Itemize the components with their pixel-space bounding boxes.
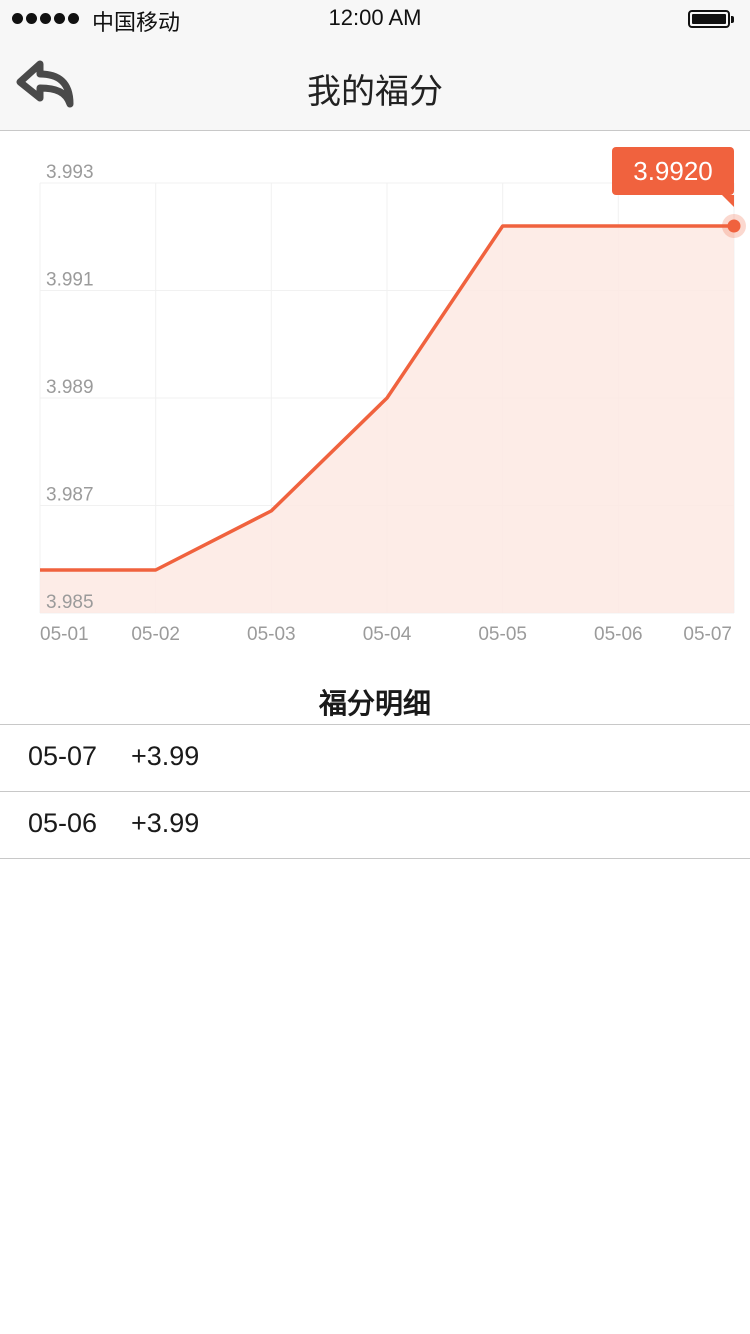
detail-amount: +3.99 [131, 741, 200, 771]
y-tick-label: 3.993 [46, 162, 94, 183]
data-point [38, 568, 42, 572]
y-tick-label: 3.991 [46, 270, 94, 291]
x-tick-label: 05-06 [594, 624, 643, 645]
highlight-point[interactable] [727, 219, 741, 233]
points-line-chart: 3.993 3.991 3.989 3.987 3.985 05-01 05-02 05-03… [38, 147, 746, 645]
x-tick-label: 05-07 [683, 624, 732, 645]
x-tick-label: 05-04 [363, 624, 412, 645]
detail-date: 05-07 [28, 741, 98, 771]
x-tick-label: 05-01 [40, 624, 89, 645]
data-point [269, 509, 273, 513]
data-point [616, 224, 620, 228]
status-bar: 中国移动 12:00 AM [0, 0, 750, 40]
data-point [385, 396, 389, 400]
x-tick-label: 05-05 [478, 624, 527, 645]
detail-date: 05-06 [28, 808, 98, 838]
x-tick-label: 05-02 [131, 624, 180, 645]
navigation-bar: 我的福分 [0, 40, 750, 131]
y-tick-label: 3.985 [46, 592, 94, 613]
status-time: 12:00 AM [328, 5, 422, 30]
points-detail-list: 05-07 +3.99 05-06 +3.99 [0, 724, 750, 859]
y-tick-label: 3.987 [46, 485, 94, 506]
page-title: 我的福分 [307, 72, 443, 112]
y-tick-label: 3.989 [46, 377, 94, 398]
data-point [154, 568, 158, 572]
list-item[interactable]: 05-07 +3.99 [0, 725, 750, 792]
tooltip-value: 3.9920 [633, 156, 713, 186]
list-item[interactable]: 05-06 +3.99 [0, 792, 750, 859]
battery-icon [688, 10, 734, 28]
tooltip-pointer [722, 195, 734, 207]
details-section-title: 福分明细 [318, 687, 431, 720]
x-tick-label: 05-03 [247, 624, 296, 645]
detail-amount: +3.99 [131, 808, 200, 838]
data-point [501, 224, 505, 228]
points-chart: 3.993 3.991 3.989 3.987 3.985 05-01 05-02 05-03… [0, 131, 750, 661]
